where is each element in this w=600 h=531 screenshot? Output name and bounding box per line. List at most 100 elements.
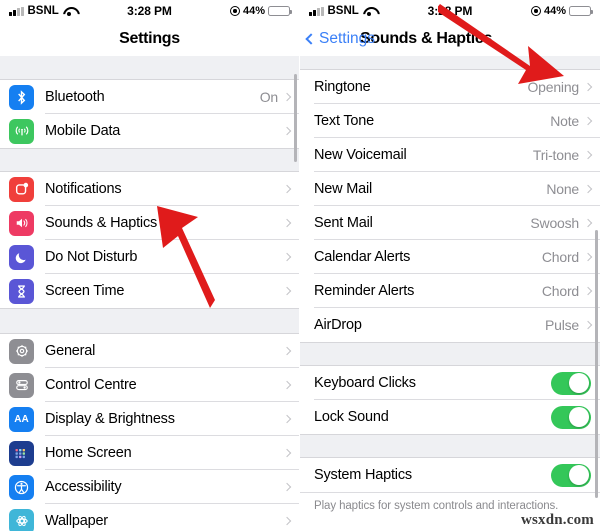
sidebar-item-bluetooth[interactable]: Bluetooth On (0, 80, 299, 114)
sidebar-item-label: Control Centre (45, 377, 137, 393)
bluetooth-icon (9, 84, 34, 110)
sidebar-item-label: Sounds & Haptics (45, 215, 158, 231)
chevron-right-icon (282, 184, 292, 194)
control-centre-icon (9, 372, 34, 398)
row-value: Note (550, 113, 579, 129)
setting-row-keyboard-clicks[interactable]: Keyboard Clicks (300, 366, 600, 400)
setting-row-reminder-alerts[interactable]: Reminder Alerts Chord (300, 274, 600, 308)
chevron-right-icon (282, 346, 292, 356)
accessibility-icon (9, 474, 34, 500)
sidebar-item-control-centre[interactable]: Control Centre (0, 368, 299, 402)
right-phone-sounds-haptics-screen: BSNL 3:28 PM 44% Settings Sounds & Hapti… (300, 0, 600, 531)
chevron-left-icon (305, 33, 317, 45)
sidebar-item-wallpaper[interactable]: Wallpaper (0, 504, 299, 531)
row-label: Sent Mail (314, 215, 373, 231)
setting-row-new-voicemail[interactable]: New Voicemail Tri-tone (300, 138, 600, 172)
group-spacer (300, 434, 600, 458)
status-bar-right-group: 44% (530, 5, 593, 17)
sidebar-item-general[interactable]: General (0, 334, 299, 368)
battery-percent-label: 44% (242, 5, 265, 17)
sidebar-item-accessibility[interactable]: Accessibility (0, 470, 299, 504)
group-spacer (0, 56, 299, 80)
nav-bar-left: Settings (0, 22, 299, 56)
chevron-right-icon (282, 126, 292, 136)
sidebar-item-label: Screen Time (45, 283, 125, 299)
scrollbar-indicator[interactable] (294, 74, 297, 162)
chevron-right-icon (583, 286, 593, 296)
keyboard-clicks-toggle[interactable] (551, 371, 591, 395)
setting-row-sent-mail[interactable]: Sent Mail Swoosh (300, 206, 600, 240)
nav-bar-right: Settings Sounds & Haptics (300, 22, 600, 56)
battery-icon (569, 5, 593, 17)
sidebar-item-do-not-disturb[interactable]: Do Not Disturb (0, 240, 299, 274)
group-spacer (0, 308, 299, 334)
group-spacer (300, 342, 600, 366)
location-services-icon (229, 6, 240, 16)
setting-row-system-haptics[interactable]: System Haptics (300, 458, 600, 492)
row-value: Tri-tone (532, 147, 579, 163)
chevron-right-icon (282, 218, 292, 228)
row-label: Reminder Alerts (314, 283, 415, 299)
setting-row-ringtone[interactable]: Ringtone Opening (300, 70, 600, 104)
chevron-right-icon (282, 414, 292, 424)
setting-row-lock-sound[interactable]: Lock Sound (300, 400, 600, 434)
chevron-right-icon (282, 92, 292, 102)
setting-row-airdrop[interactable]: AirDrop Pulse (300, 308, 600, 342)
row-value: Chord (541, 249, 579, 265)
sidebar-item-display-brightness[interactable]: AA Display & Brightness (0, 402, 299, 436)
sidebar-item-sounds-haptics[interactable]: Sounds & Haptics (0, 206, 299, 240)
row-value: Opening (527, 79, 579, 95)
chevron-right-icon (282, 516, 292, 526)
row-value: None (546, 181, 579, 197)
setting-row-text-tone[interactable]: Text Tone Note (300, 104, 600, 138)
row-label: System Haptics (314, 467, 412, 483)
sidebar-item-notifications[interactable]: Notifications (0, 172, 299, 206)
chevron-right-icon (583, 252, 593, 262)
system-haptics-toggle[interactable] (551, 463, 591, 487)
sidebar-item-label: Display & Brightness (45, 411, 175, 427)
back-button[interactable]: Settings (300, 30, 375, 48)
group-spacer (0, 148, 299, 172)
chevron-right-icon (583, 218, 593, 228)
sidebar-item-screen-time[interactable]: Screen Time (0, 274, 299, 308)
row-label: Ringtone (314, 79, 371, 95)
battery-icon (268, 5, 292, 17)
sidebar-item-mobile-data[interactable]: Mobile Data (0, 114, 299, 148)
setting-row-new-mail[interactable]: New Mail None (300, 172, 600, 206)
setting-row-calendar-alerts[interactable]: Calendar Alerts Chord (300, 240, 600, 274)
status-bar-right: BSNL 3:28 PM 44% (300, 0, 600, 22)
sidebar-item-label: General (45, 343, 96, 359)
display-brightness-icon: AA (9, 406, 34, 432)
sidebar-item-label: Notifications (45, 181, 122, 197)
sidebar-item-home-screen[interactable]: Home Screen (0, 436, 299, 470)
chevron-right-icon (282, 482, 292, 492)
location-services-icon (530, 6, 541, 16)
row-label: Keyboard Clicks (314, 375, 416, 391)
back-button-label: Settings (319, 30, 376, 47)
row-label: New Voicemail (314, 147, 407, 163)
lock-sound-toggle[interactable] (551, 405, 591, 429)
sidebar-item-label: Bluetooth (45, 89, 105, 105)
row-value: Swoosh (530, 215, 579, 231)
group-spacer (300, 56, 600, 70)
chevron-right-icon (583, 184, 593, 194)
home-screen-icon (9, 440, 34, 466)
wallpaper-icon (9, 508, 34, 531)
sidebar-item-label: Wallpaper (45, 513, 108, 529)
row-label: AirDrop (314, 317, 362, 333)
row-value: Pulse (544, 317, 579, 333)
row-label: Text Tone (314, 113, 375, 129)
sidebar-item-label: Home Screen (45, 445, 132, 461)
row-value: Chord (541, 283, 579, 299)
sidebar-item-label: Accessibility (45, 479, 122, 495)
status-bar-right-group: 44% (229, 5, 292, 17)
dual-screenshot: BSNL 3:28 PM 44% Settings Bluetooth On M… (0, 0, 600, 531)
row-label: Calendar Alerts (314, 249, 411, 265)
page-title: Sounds & Haptics (360, 30, 493, 47)
scrollbar-indicator[interactable] (595, 230, 598, 498)
chevron-right-icon (282, 252, 292, 262)
chevron-right-icon (583, 150, 593, 160)
do-not-disturb-icon (9, 244, 34, 270)
sounds-settings-list: Ringtone Opening Text Tone Note New Voic… (300, 70, 600, 515)
chevron-right-icon (583, 320, 593, 330)
